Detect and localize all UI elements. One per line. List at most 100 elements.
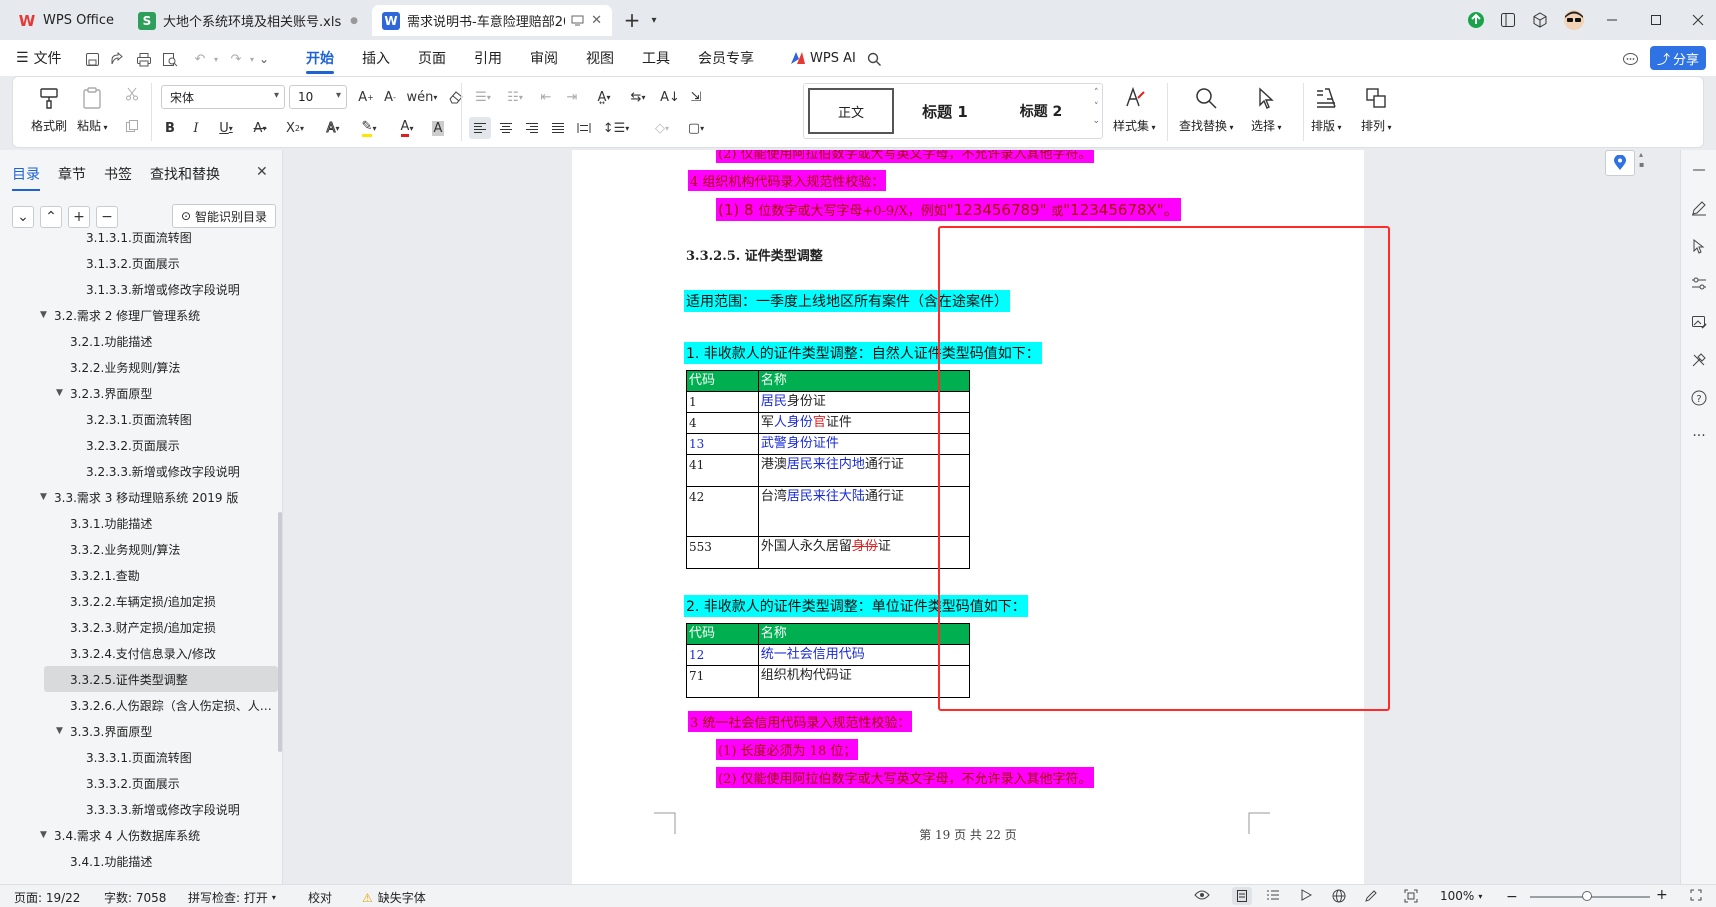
location-pin-icon[interactable] bbox=[1605, 150, 1635, 176]
menu-insert[interactable]: 插入 bbox=[362, 47, 390, 69]
fit-page-icon[interactable] bbox=[1404, 889, 1418, 903]
spell-check-toggle[interactable]: 拼写检查: 打开 ▾ bbox=[188, 889, 276, 906]
convert-icon[interactable]: ⇆ ▾ bbox=[623, 86, 653, 108]
toc-item[interactable]: 3.2.2.业务规则/算法 bbox=[0, 354, 280, 380]
strikethrough-icon[interactable]: A ▾ bbox=[245, 117, 275, 139]
font-name-select[interactable]: 宋体 ▾ bbox=[161, 85, 285, 109]
decrease-indent-icon[interactable]: ⇤ bbox=[535, 86, 557, 108]
toc-item[interactable]: 3.1.3.1.页面流转图 bbox=[0, 224, 280, 250]
menu-page[interactable]: 页面 bbox=[418, 47, 446, 69]
toc-item[interactable]: 3.1.3.3.新增或修改字段说明 bbox=[0, 276, 280, 302]
increase-font-icon[interactable]: A + bbox=[355, 86, 377, 108]
toc-item[interactable]: 3.3.3.1.页面流转图 bbox=[0, 744, 280, 770]
decrease-font-icon[interactable]: A- bbox=[379, 86, 401, 108]
tab-wps-office[interactable]: W WPS Office bbox=[8, 5, 126, 36]
paste-button[interactable]: 粘贴 ▾ bbox=[77, 85, 108, 134]
numbered-list-icon[interactable]: ☷ ▾ bbox=[501, 86, 529, 108]
sort-icon[interactable]: A↓ bbox=[659, 86, 681, 108]
underline-icon[interactable]: U ▾ bbox=[211, 117, 241, 139]
play-icon[interactable] bbox=[1300, 889, 1312, 901]
print-preview-icon[interactable] bbox=[160, 49, 180, 69]
expand-triangle-icon[interactable]: ▼ bbox=[40, 310, 47, 320]
menu-member[interactable]: 会员专享 bbox=[698, 47, 754, 69]
fullscreen-icon[interactable] bbox=[1690, 889, 1702, 901]
toc-item[interactable]: 3.2.1.功能描述 bbox=[0, 328, 280, 354]
tab-xlsx[interactable]: S 大地个系统环境及相关账号.xlsx ● bbox=[128, 5, 368, 36]
toc-item[interactable]: 3.3.2.6.人伤跟踪（含人伤定损、人… bbox=[0, 692, 280, 718]
style-heading-1[interactable]: 标题 1 bbox=[900, 88, 990, 134]
justify-icon[interactable] bbox=[547, 117, 569, 139]
font-size-select[interactable]: 10 ▾ bbox=[289, 85, 347, 109]
toc-item[interactable]: 3.4.1.功能描述 bbox=[0, 848, 280, 874]
italic-icon[interactable]: I bbox=[185, 117, 207, 139]
toc-item[interactable]: 3.3.1.功能描述 bbox=[0, 510, 280, 536]
minimize-icon[interactable] bbox=[1600, 8, 1624, 32]
style-gallery-scroll[interactable]: ˄ ˅ ⌄ bbox=[1092, 86, 1100, 128]
missing-font-warning[interactable]: ⚠ 缺失字体 bbox=[362, 889, 426, 906]
superscript-icon[interactable]: X2 ▾ bbox=[279, 117, 311, 139]
toc-item[interactable]: 3.2.3.1.页面流转图 bbox=[0, 406, 280, 432]
clear-format-icon[interactable] bbox=[445, 86, 467, 108]
highlight-color-icon[interactable]: ✎ ▾ bbox=[353, 117, 385, 139]
align-left-icon[interactable] bbox=[469, 117, 491, 139]
toc-item[interactable]: 3.3.2.2.车辆定损/追加定损 bbox=[0, 588, 280, 614]
nav-tab-bookmarks[interactable]: 书签 bbox=[104, 164, 132, 184]
text-effect-icon[interactable]: A ▾ bbox=[317, 117, 349, 139]
wps-ai-button[interactable]: WPS AI bbox=[790, 47, 856, 69]
align-right-icon[interactable] bbox=[521, 117, 543, 139]
toc-item[interactable]: 3.2.3.2.页面展示 bbox=[0, 432, 280, 458]
zoom-in-icon[interactable]: + bbox=[1656, 887, 1668, 903]
toc-item[interactable]: 3.3.2.业务规则/算法 bbox=[0, 536, 280, 562]
bullet-list-icon[interactable]: ☰ ▾ bbox=[469, 86, 497, 108]
toc-item[interactable]: 3.3.3.2.页面展示 bbox=[0, 770, 280, 796]
pane-resize-icon[interactable]: ▴ ▪ bbox=[1639, 150, 1644, 170]
bold-icon[interactable]: B bbox=[159, 117, 181, 139]
sync-status-icon[interactable] bbox=[1464, 8, 1488, 32]
nav-tab-chapters[interactable]: 章节 bbox=[58, 164, 86, 184]
expand-triangle-icon[interactable]: ▼ bbox=[56, 726, 63, 736]
page-indicator[interactable]: 页面: 19/22 bbox=[14, 889, 80, 906]
expand-triangle-icon[interactable]: ▼ bbox=[56, 388, 63, 398]
nav-tab-toc[interactable]: 目录 bbox=[12, 164, 40, 191]
toc-item[interactable]: ▼ 3.4.需求 4 人伤数据库系统 bbox=[0, 822, 280, 848]
toc-item[interactable]: 3.3.2.5.证件类型调整 bbox=[44, 666, 278, 692]
comments-icon[interactable] bbox=[1620, 49, 1640, 69]
toc-item[interactable]: ▼ 3.3.需求 3 移动理赔系统 2019 版 bbox=[0, 484, 280, 510]
file-menu[interactable]: ☰ 文件 bbox=[16, 47, 62, 69]
save-icon[interactable] bbox=[82, 49, 102, 69]
more-icon[interactable]: ··· bbox=[1689, 426, 1709, 446]
share-link-icon[interactable] bbox=[106, 49, 126, 69]
menu-review[interactable]: 审阅 bbox=[530, 47, 558, 69]
undo-dropdown-icon[interactable]: ▾ bbox=[206, 49, 226, 69]
zoom-level[interactable]: 100% ▾ bbox=[1440, 889, 1482, 903]
align-center-icon[interactable] bbox=[495, 117, 517, 139]
tab-list-chevron-icon[interactable]: ▾ bbox=[642, 8, 666, 32]
borders-icon[interactable]: ▢ ▾ bbox=[681, 117, 711, 139]
search-icon[interactable] bbox=[864, 49, 884, 69]
shading-icon[interactable]: ◇ ▾ bbox=[647, 117, 677, 139]
show-marks-icon[interactable]: ⇲ bbox=[685, 86, 707, 108]
close-window-icon[interactable] bbox=[1686, 8, 1710, 32]
eye-protection-icon[interactable] bbox=[1194, 889, 1210, 901]
menu-view[interactable]: 视图 bbox=[586, 47, 614, 69]
toc-item[interactable]: 3.3.2.4.支付信息录入/修改 bbox=[0, 640, 280, 666]
minus-icon[interactable] bbox=[1689, 160, 1709, 180]
maximize-icon[interactable] bbox=[1644, 8, 1668, 32]
toc-item[interactable]: ▼ 3.2.需求 2 修理厂管理系统 bbox=[0, 302, 280, 328]
toc-item[interactable]: ▼ 3.2.3.界面原型 bbox=[0, 380, 280, 406]
expand-triangle-icon[interactable]: ▼ bbox=[40, 830, 47, 840]
toc-scrollbar[interactable] bbox=[278, 512, 282, 752]
text-direction-icon[interactable]: A͍ ▾ bbox=[589, 86, 619, 108]
new-tab-icon[interactable]: + bbox=[620, 8, 644, 32]
image-edit-icon[interactable] bbox=[1689, 312, 1709, 332]
increase-indent-icon[interactable]: ⇥ bbox=[561, 86, 583, 108]
style-heading-2[interactable]: 标题 2 bbox=[996, 88, 1086, 134]
font-color-icon[interactable]: A ▾ bbox=[391, 117, 423, 139]
tab-requirements-doc[interactable]: W 需求说明书-车意险理赔部202… ✕ bbox=[372, 5, 612, 36]
style-normal[interactable]: 正文 bbox=[808, 88, 894, 134]
expand-triangle-icon[interactable]: ▼ bbox=[40, 492, 47, 502]
tools-icon[interactable] bbox=[1689, 350, 1709, 370]
share-button[interactable]: ⤴ 分享 bbox=[1650, 46, 1706, 70]
web-view-icon[interactable] bbox=[1332, 889, 1346, 903]
screen-icon[interactable] bbox=[571, 15, 584, 26]
